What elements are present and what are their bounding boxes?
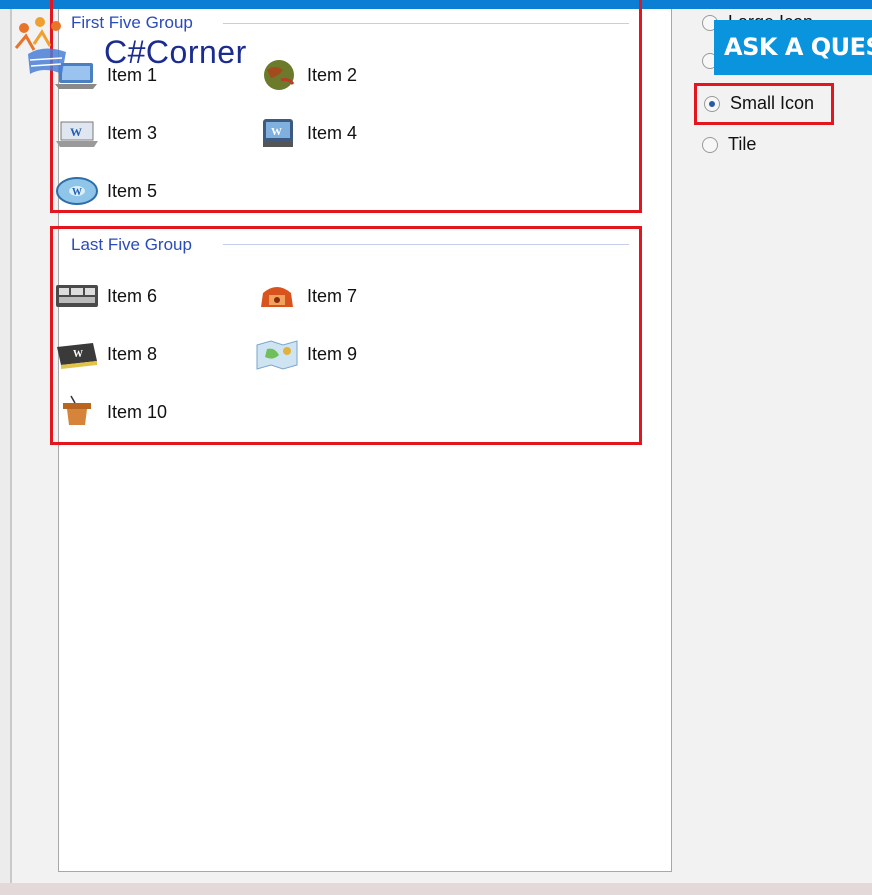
list-item-8[interactable]: W Item 8 — [53, 337, 157, 371]
radio-circle[interactable] — [702, 136, 718, 153]
word-drive-icon: W — [263, 119, 293, 147]
item-label: Item 7 — [307, 285, 358, 306]
item-label: Item 6 — [107, 285, 158, 306]
svg-text:W: W — [271, 126, 282, 138]
list-item-10[interactable]: Item 10 — [53, 395, 167, 429]
logo-text: C#Corner — [104, 34, 247, 70]
group-divider — [223, 244, 629, 245]
svg-text:W: W — [72, 187, 82, 198]
word-book-icon: W — [57, 343, 97, 369]
csharp-corner-logo: C#Corner — [4, 8, 294, 86]
map-icon — [256, 340, 298, 370]
item-label: Item 5 — [107, 180, 158, 201]
radio-circle-checked[interactable] — [704, 95, 720, 112]
item-label: Item 2 — [307, 64, 358, 85]
item-label: Item 10 — [107, 401, 168, 422]
radio-label: Tile — [728, 134, 757, 154]
word-keyboard-icon — [56, 285, 98, 307]
item-label: Item 3 — [107, 122, 158, 143]
list-item-9[interactable]: Item 9 — [253, 337, 357, 371]
list-item-4[interactable]: W Item 4 — [253, 116, 357, 150]
group-header-last: Last Five Group — [71, 235, 192, 254]
radio-tile[interactable]: Tile — [702, 134, 756, 155]
word-disc-icon: W — [56, 177, 98, 205]
radio-label: Small Icon — [730, 93, 815, 113]
svg-text:W: W — [70, 125, 82, 139]
list-item-6[interactable]: Item 6 — [53, 279, 157, 313]
bottom-strip — [0, 883, 872, 895]
item-label: Item 8 — [107, 343, 158, 364]
list-item-7[interactable]: Item 7 — [253, 279, 357, 313]
item-label: Item 4 — [307, 122, 358, 143]
podium-icon — [63, 395, 91, 425]
radio-small-icon[interactable]: Small Icon — [704, 93, 814, 114]
item-label: Item 9 — [307, 343, 358, 364]
list-item-3[interactable]: W Item 3 — [53, 116, 157, 150]
word-laptop-icon: W — [56, 121, 98, 147]
ask-a-question-button[interactable]: ASK A QUES — [714, 20, 872, 75]
phone-icon — [261, 287, 293, 307]
logo-mark-icon — [14, 17, 66, 74]
list-item-5[interactable]: W Item 5 — [53, 174, 157, 208]
group-last-five: Last Five Group Item 6 Item 7 W Item 8 I… — [50, 226, 642, 445]
svg-text:W: W — [73, 349, 83, 360]
